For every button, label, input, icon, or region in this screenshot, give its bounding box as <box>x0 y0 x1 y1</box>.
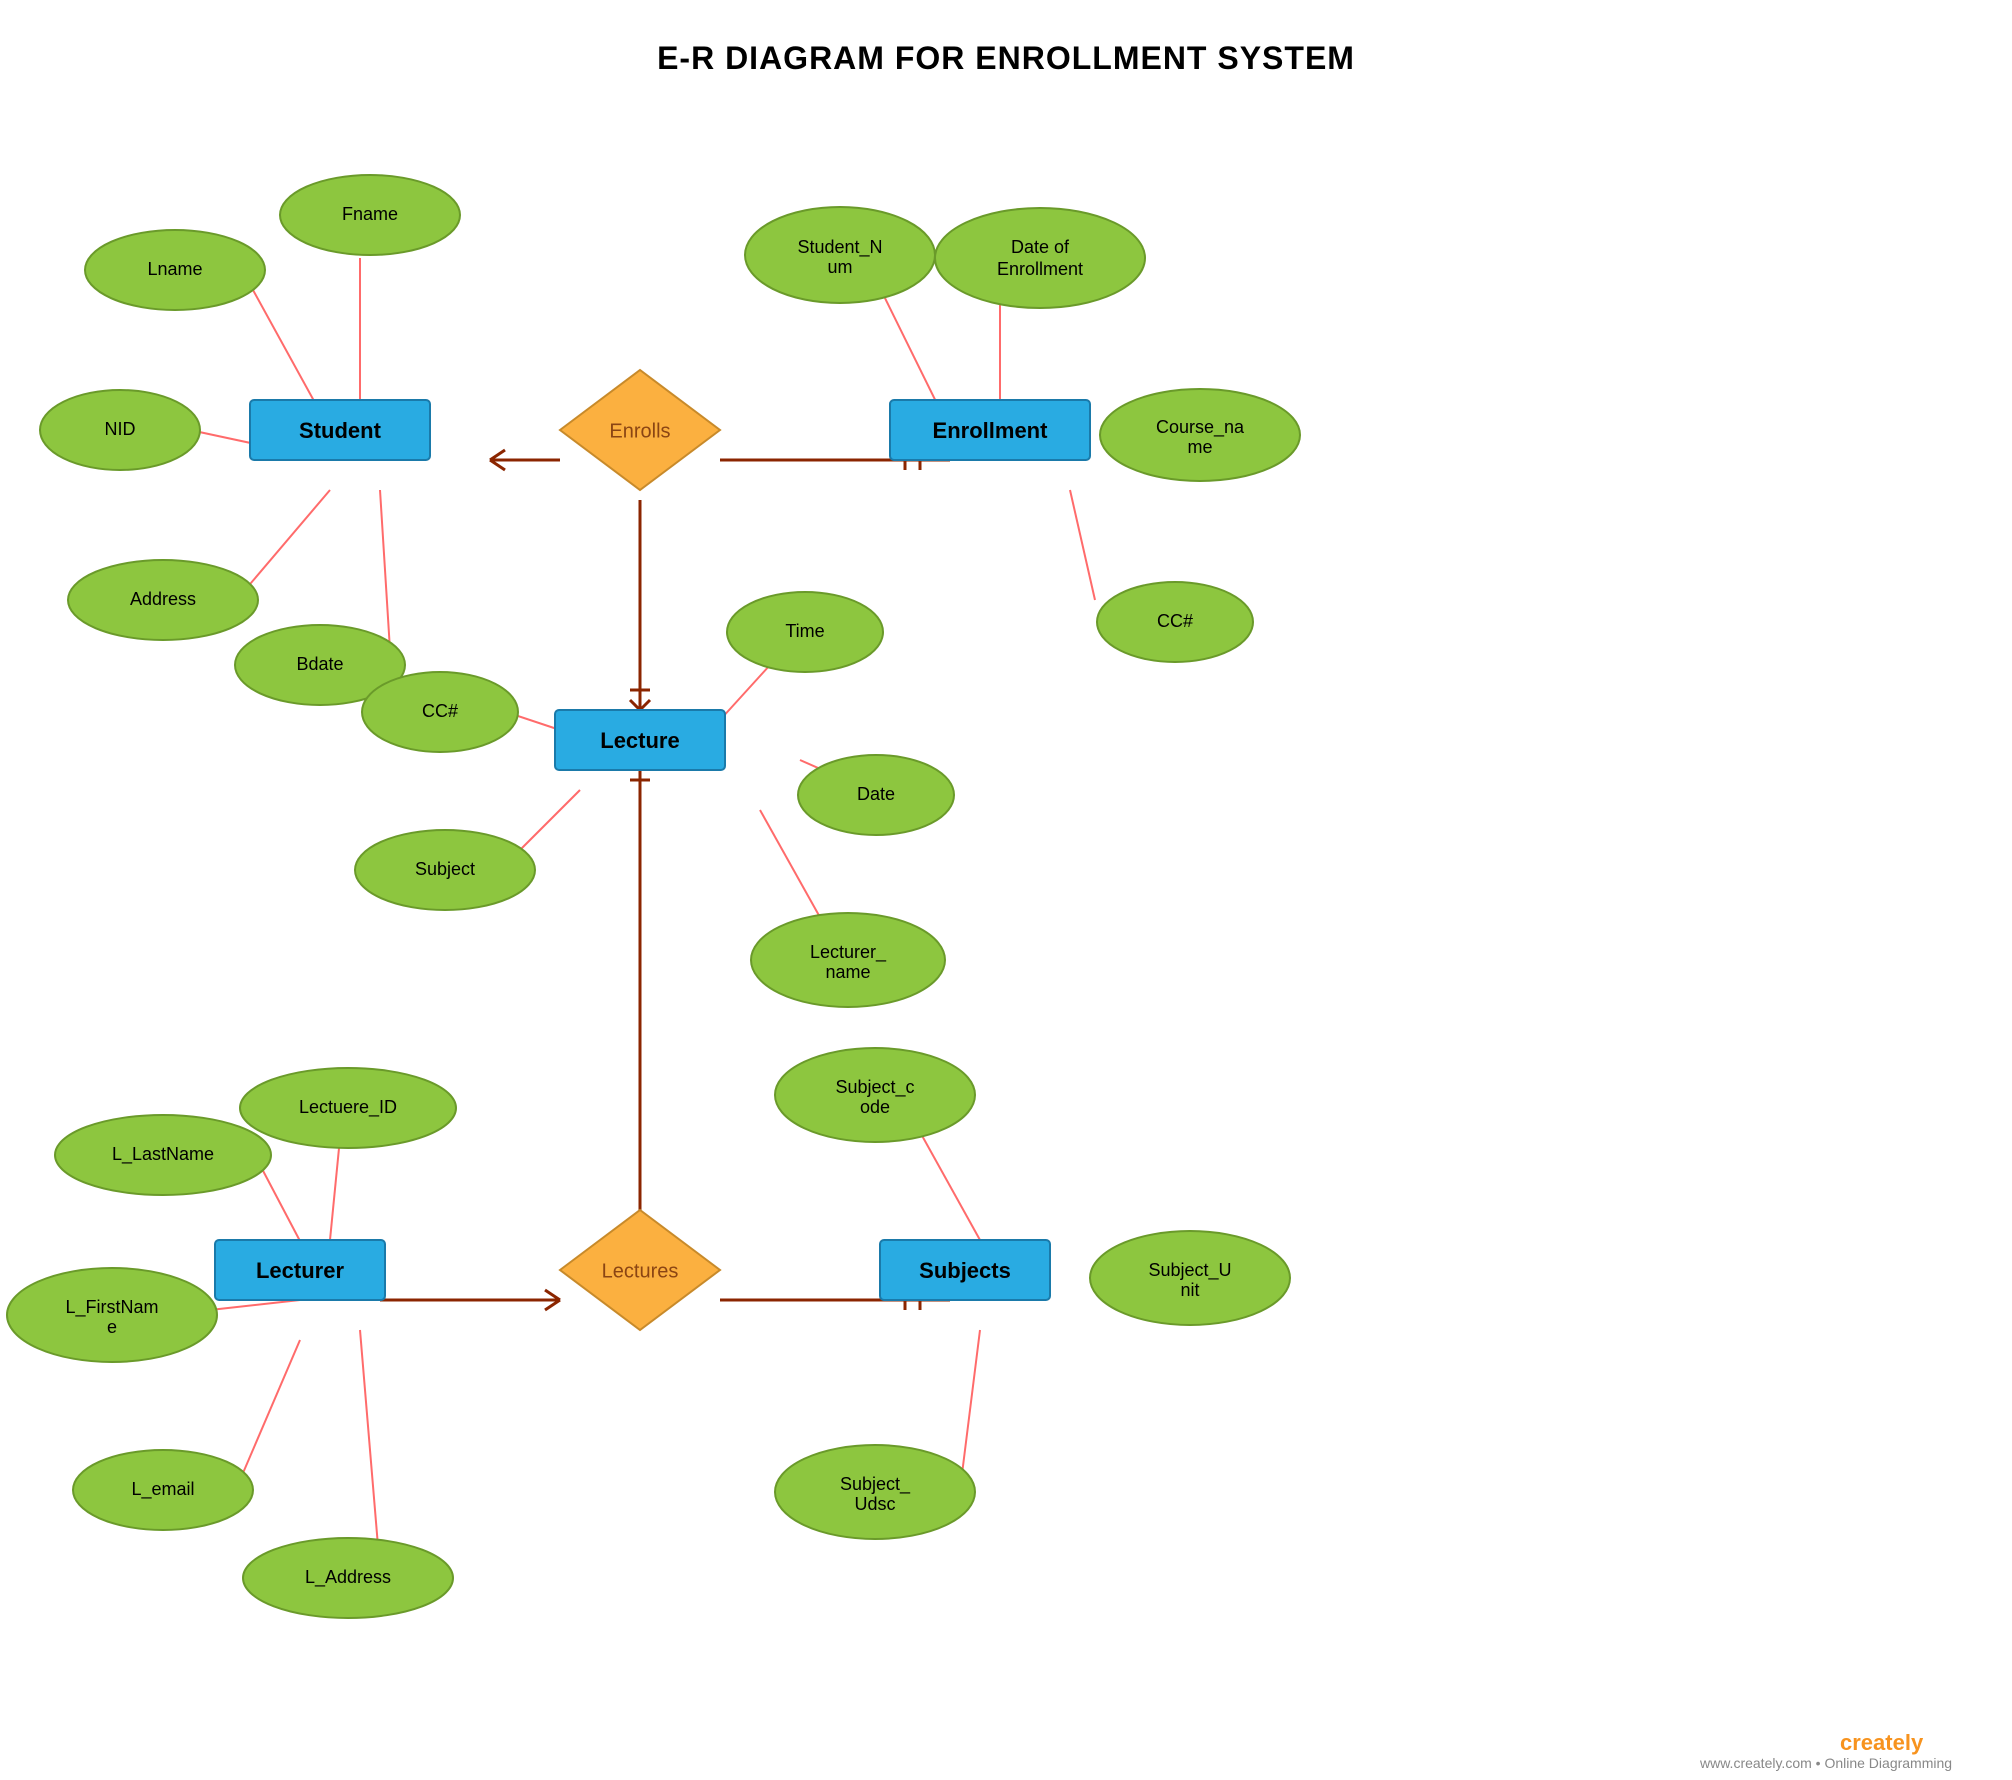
attr-cc-enrollment-label: CC# <box>1157 611 1193 631</box>
attr-cc-lecture-label: CC# <box>422 701 458 721</box>
attr-date-lecture-label: Date <box>857 784 895 804</box>
rel-lectures-label: Lectures <box>602 1260 679 1282</box>
attr-date-enrollment-label2: Enrollment <box>997 259 1083 279</box>
entity-enrollment-label: Enrollment <box>933 418 1049 443</box>
entity-student-label: Student <box>299 418 382 443</box>
attr-lname-label: Lname <box>147 259 202 279</box>
attr-subject-label: Subject <box>415 859 475 879</box>
attr-nid-label: NID <box>105 419 136 439</box>
attr-lecturer-name-label2: name <box>825 962 870 982</box>
entity-lecture-label: Lecture <box>600 728 679 753</box>
attr-date-enrollment-label: Date of <box>1011 237 1070 257</box>
attr-subject-udsc-label: Subject_ <box>840 1474 911 1495</box>
attr-subject-code-label2: ode <box>860 1097 890 1117</box>
attr-student-num-label2: um <box>827 257 852 277</box>
attr-course-name-label: Course_na <box>1156 417 1245 438</box>
attr-lecturer-name-label: Lecturer_ <box>810 942 887 963</box>
watermark-url: www.creately.com • Online Diagramming <box>1699 1755 1952 1771</box>
entity-subjects-label: Subjects <box>919 1258 1011 1283</box>
attr-bdate-label: Bdate <box>296 654 343 674</box>
attr-subject-udsc-label2: Udsc <box>854 1494 895 1514</box>
watermark-creately: creately <box>1840 1730 1924 1755</box>
entity-lecturer-label: Lecturer <box>256 1258 344 1283</box>
attr-l-firstname-label: L_FirstNam <box>65 1297 158 1318</box>
attr-time-label: Time <box>785 621 824 641</box>
attr-l-email-label: L_email <box>131 1479 194 1500</box>
attr-fname-label: Fname <box>342 204 398 224</box>
attr-address-label: Address <box>130 589 196 609</box>
attr-subject-unit-label2: nit <box>1180 1280 1199 1300</box>
attr-subject-code-label: Subject_c <box>835 1077 914 1098</box>
attr-l-lastname-label: L_LastName <box>112 1144 214 1165</box>
attr-l-firstname-label2: e <box>107 1317 117 1337</box>
rel-enrolls-label: Enrolls <box>609 420 670 442</box>
attr-course-name-label2: me <box>1187 437 1212 457</box>
attr-lectuere-id-label: Lectuere_ID <box>299 1097 397 1118</box>
attr-student-num-label: Student_N <box>797 237 882 258</box>
attr-subject-unit-label: Subject_U <box>1148 1260 1231 1281</box>
attr-l-address-label: L_Address <box>305 1567 391 1588</box>
